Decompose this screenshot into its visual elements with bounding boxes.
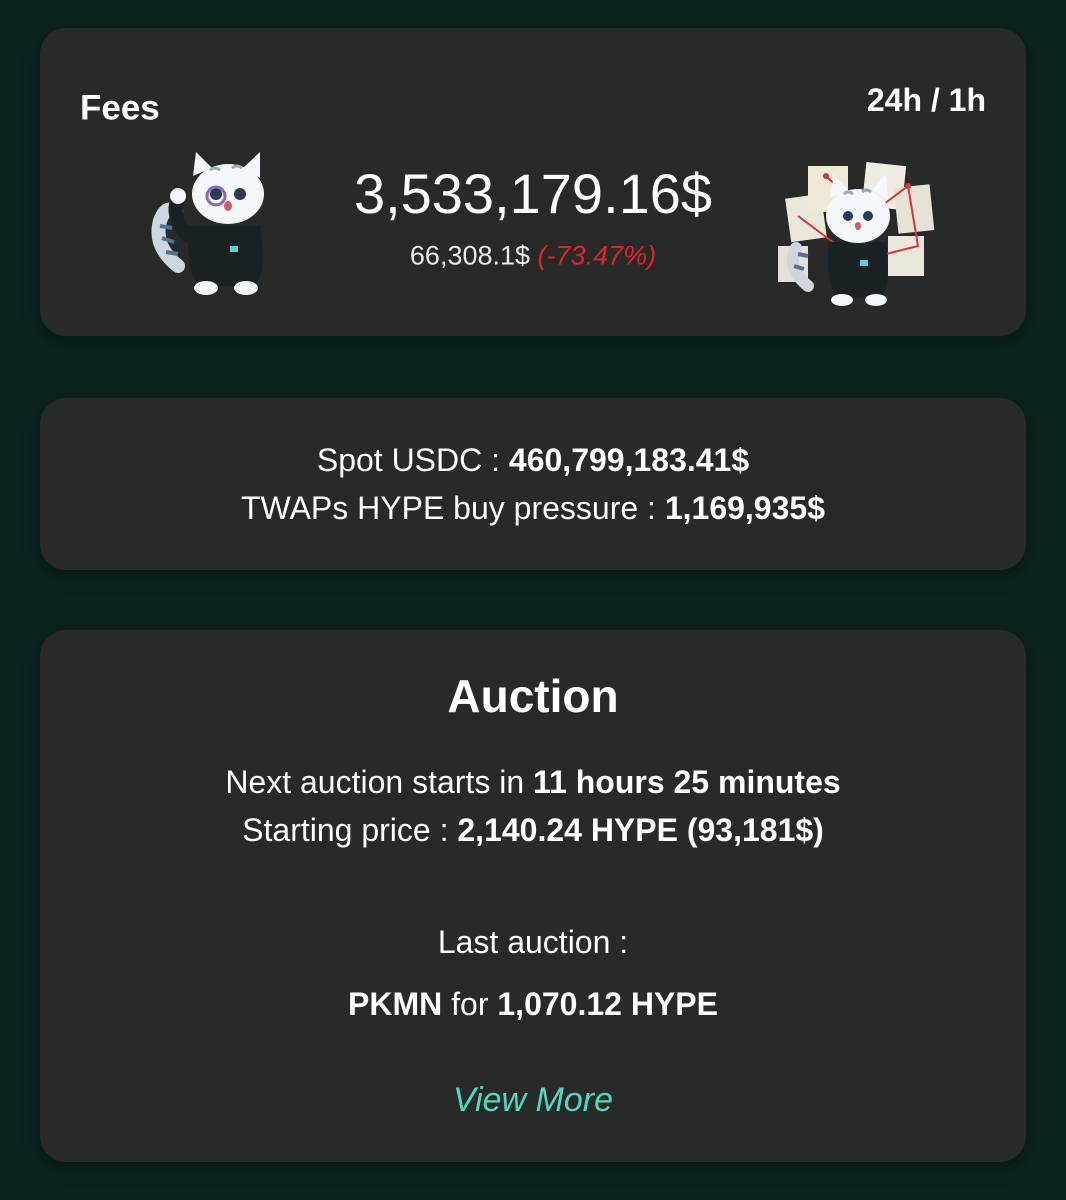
- fees-period-toggle[interactable]: 24h / 1h: [867, 84, 986, 116]
- twaps-row: TWAPs HYPE buy pressure : 1,169,935$: [40, 492, 1026, 524]
- last-auction-amount: 1,070.12 HYPE: [497, 986, 718, 1022]
- starting-price-label: Starting price :: [242, 812, 458, 848]
- starting-price-value: 2,140.24 HYPE (93,181$): [457, 812, 824, 848]
- spot-usdc-value: 460,799,183.41$: [508, 442, 750, 478]
- next-auction-label: Next auction starts in: [225, 764, 533, 800]
- fees-card: Fees 24h / 1h 3,533,179.16$ 66,308.1$ (-…: [40, 28, 1026, 336]
- spot-usdc-label: Spot USDC :: [316, 442, 509, 478]
- twaps-label: TWAPs HYPE buy pressure :: [241, 490, 665, 526]
- last-auction-row: PKMN for 1,070.12 HYPE: [40, 988, 1026, 1020]
- fees-hourly-value: 66,308.1$: [409, 240, 531, 271]
- fees-title: Fees: [80, 88, 160, 128]
- last-auction-for: for: [442, 986, 498, 1022]
- starting-price-row: Starting price : 2,140.24 HYPE (93,181$): [40, 814, 1026, 846]
- spot-usdc-row: Spot USDC : 460,799,183.41$: [40, 444, 1026, 476]
- auction-card: Auction Next auction starts in 11 hours …: [40, 630, 1026, 1162]
- next-auction-countdown: 11 hours 25 minutes: [533, 764, 841, 800]
- cat-mascot-with-papers-icon: [778, 162, 935, 306]
- last-auction-label: Last auction :: [437, 924, 629, 960]
- spot-card: Spot USDC : 460,799,183.41$ TWAPs HYPE b…: [40, 398, 1026, 570]
- twaps-value: 1,169,935$: [664, 490, 825, 526]
- next-auction-row: Next auction starts in 11 hours 25 minut…: [40, 766, 1026, 798]
- fees-change-percent: (-73.47%): [537, 240, 657, 271]
- last-auction-ticker: PKMN: [348, 986, 443, 1022]
- view-more-link[interactable]: View More: [40, 1083, 1026, 1117]
- auction-title: Auction: [447, 670, 619, 722]
